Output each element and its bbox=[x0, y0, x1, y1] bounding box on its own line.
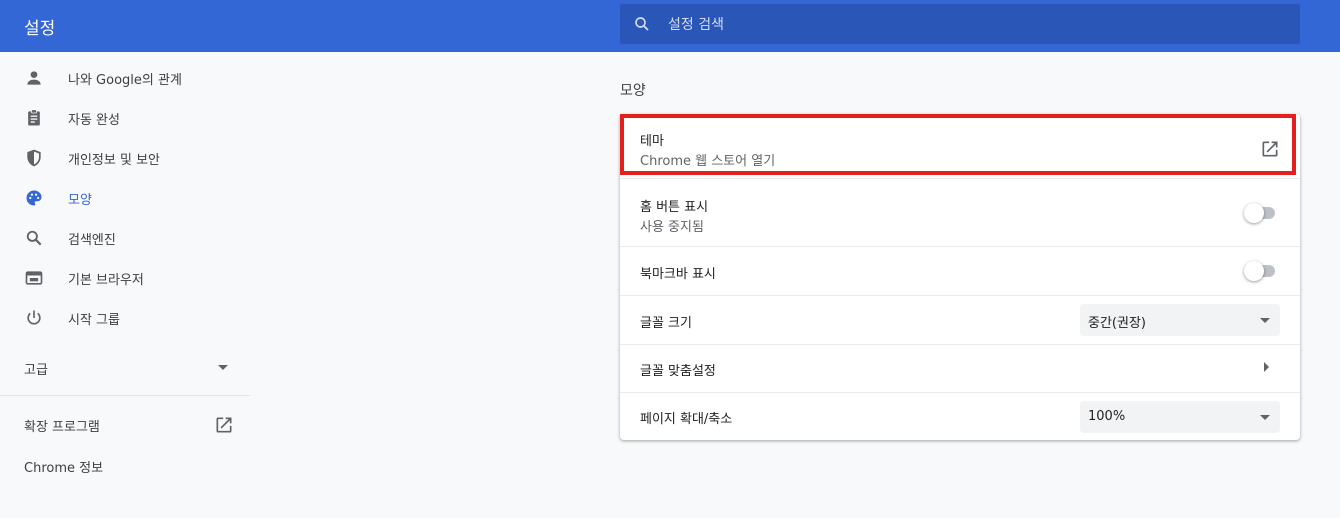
person-icon bbox=[27, 71, 41, 85]
app-title: 설정 bbox=[24, 19, 56, 39]
theme-subtitle: Chrome 웹 스토어 열기 bbox=[640, 154, 776, 169]
sidebar-item-label: 시작 그룹 bbox=[68, 312, 120, 328]
sidebar-item-extensions[interactable]: 확장 프로그램 bbox=[0, 404, 250, 444]
customize-fonts-row[interactable]: 글꼴 맞춤설정 bbox=[620, 344, 1300, 393]
sidebar-item-label: 나와 Google의 관계 bbox=[68, 72, 182, 88]
appearance-card: 테마 Chrome 웹 스토어 열기 홈 버튼 표시 사용 중지됨 북마크바 표… bbox=[620, 114, 1300, 440]
font-size-value: 중간(권장) bbox=[1088, 316, 1146, 331]
caret-down-icon bbox=[1260, 415, 1270, 420]
search-box[interactable] bbox=[620, 4, 1300, 46]
toggle-knob bbox=[1244, 261, 1264, 281]
home-button-subtitle: 사용 중지됨 bbox=[640, 220, 704, 235]
advanced-label: 고급 bbox=[24, 363, 48, 378]
search-icon bbox=[26, 230, 42, 246]
sidebar-item-search-engine[interactable]: 검색엔진 bbox=[0, 218, 250, 258]
bookmarks-bar-row: 북마크바 표시 bbox=[620, 246, 1300, 296]
bookmarks-bar-toggle[interactable] bbox=[1244, 261, 1278, 281]
font-size-select[interactable]: 중간(권장) bbox=[1080, 304, 1280, 336]
search-input[interactable] bbox=[666, 4, 1270, 46]
open-in-new-icon bbox=[216, 417, 232, 433]
browser-window-icon bbox=[25, 271, 43, 285]
toggle-knob bbox=[1244, 203, 1264, 223]
customize-fonts-title: 글꼴 맞춤설정 bbox=[640, 364, 716, 379]
sidebar-item-default-browser[interactable]: 기본 브라우저 bbox=[0, 258, 250, 298]
section-title: 모양 bbox=[620, 83, 646, 99]
home-button-title: 홈 버튼 표시 bbox=[640, 200, 709, 215]
sidebar-item-autofill[interactable]: 자동 완성 bbox=[0, 98, 250, 138]
shield-icon bbox=[27, 149, 41, 167]
sidebar-item-privacy-security[interactable]: 개인정보 및 보안 bbox=[0, 138, 250, 178]
caret-right-icon bbox=[1264, 362, 1269, 372]
sidebar-item-label: 모양 bbox=[68, 192, 92, 208]
page-zoom-row: 페이지 확대/축소 100% bbox=[620, 392, 1300, 441]
sidebar-divider bbox=[0, 395, 250, 396]
sidebar-item-label: 자동 완성 bbox=[68, 112, 120, 128]
extensions-label: 확장 프로그램 bbox=[24, 420, 100, 435]
open-in-new-icon[interactable] bbox=[1260, 139, 1280, 159]
palette-icon bbox=[26, 190, 42, 206]
caret-down-icon bbox=[218, 365, 228, 370]
bookmarks-bar-title: 북마크바 표시 bbox=[640, 267, 716, 282]
font-size-title: 글꼴 크기 bbox=[640, 316, 692, 331]
home-button-row: 홈 버튼 표시 사용 중지됨 bbox=[620, 178, 1300, 247]
sidebar-advanced-toggle[interactable]: 고급 bbox=[0, 347, 250, 387]
sidebar-item-about-chrome[interactable]: Chrome 정보 bbox=[24, 457, 103, 476]
sidebar-item-label: 검색엔진 bbox=[68, 232, 116, 248]
page-zoom-select[interactable]: 100% bbox=[1080, 401, 1280, 433]
sidebar-item-appearance[interactable]: 모양 bbox=[0, 178, 250, 218]
theme-row[interactable]: 테마 Chrome 웹 스토어 열기 bbox=[620, 114, 1300, 178]
top-bar: 설정 bbox=[0, 0, 1340, 52]
clipboard-icon bbox=[28, 109, 40, 126]
sidebar-item-label: 기본 브라우저 bbox=[68, 272, 144, 288]
caret-down-icon bbox=[1260, 318, 1270, 323]
page-zoom-value: 100% bbox=[1088, 409, 1126, 424]
page-zoom-title: 페이지 확대/축소 bbox=[640, 412, 733, 427]
search-icon bbox=[635, 17, 649, 31]
sidebar-item-on-startup[interactable]: 시작 그룹 bbox=[0, 298, 250, 338]
home-button-toggle[interactable] bbox=[1244, 203, 1278, 223]
font-size-row: 글꼴 크기 중간(권장) bbox=[620, 295, 1300, 345]
power-icon bbox=[27, 310, 41, 325]
sidebar-item-label: 개인정보 및 보안 bbox=[68, 152, 160, 168]
sidebar-item-you-and-google[interactable]: 나와 Google의 관계 bbox=[0, 58, 250, 98]
theme-title: 테마 bbox=[640, 134, 664, 149]
